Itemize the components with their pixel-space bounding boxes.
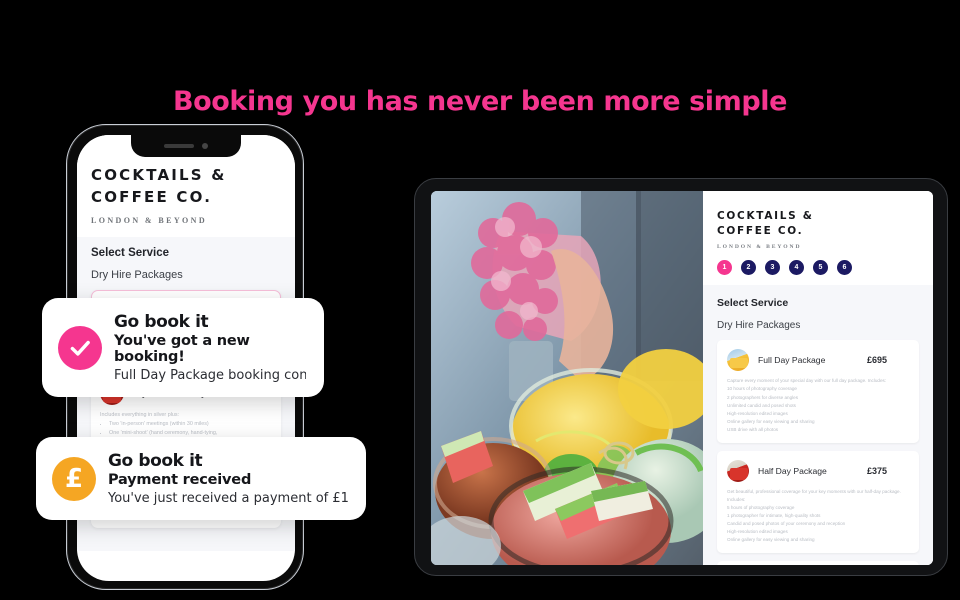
tablet-package-card-0[interactable]: Full Day Package £695 Capture every mome… <box>717 340 919 443</box>
notification-booking[interactable]: Go book it You've got a new booking! Ful… <box>42 298 324 397</box>
tablet-brand-header: COCKTAILS & COFFEE CO. LONDON & BEYOND 1… <box>703 191 933 286</box>
notification-booking-title: You've got a new booking! <box>114 333 250 365</box>
tablet-screen: COCKTAILS & COFFEE CO. LONDON & BEYOND 1… <box>431 191 933 565</box>
notification-payment-body: Go book it Payment received You've just … <box>108 451 348 506</box>
phone-panel-subtitle: Dry Hire Packages <box>91 268 183 281</box>
tablet-mockup: COCKTAILS & COFFEE CO. LONDON & BEYOND 1… <box>414 178 948 576</box>
tablet-booking-panel: COCKTAILS & COFFEE CO. LONDON & BEYOND 1… <box>703 191 933 565</box>
tablet-package-price-1: £375 <box>866 465 887 476</box>
tablet-package-head-0: Full Day Package £695 <box>727 349 909 372</box>
tablet-brand-name-line1: COCKTAILS & <box>717 210 814 222</box>
cocktail-photo-art <box>431 191 703 565</box>
tablet-package-label-1: Half Day Package <box>758 465 827 476</box>
check-circle-icon <box>58 325 102 370</box>
notification-payment-text: You've just received a payment of £130.. <box>108 491 348 506</box>
notification-booking-body: Go book it You've got a new booking! Ful… <box>114 312 306 383</box>
phone-notch <box>131 135 241 157</box>
notification-payment[interactable]: £ Go book it Payment received You've jus… <box>36 437 366 520</box>
tablet-package-card-2[interactable]: Free Consultation Choosing a photographe… <box>717 560 919 565</box>
tablet-package-head-1: Half Day Package £375 <box>727 459 909 482</box>
tablet-package-card-1[interactable]: Half Day Package £375 Get beautiful, pro… <box>717 450 919 553</box>
tablet-package-label-0: Full Day Package <box>758 355 826 366</box>
tablet-panel-title: Select Service <box>717 297 789 310</box>
notification-booking-text: Full Day Package booking confirmation... <box>114 368 306 383</box>
brand-tagline: LONDON & BEYOND <box>91 215 208 225</box>
step-3[interactable]: 3 <box>765 260 780 276</box>
step-1[interactable]: 1 <box>717 260 732 276</box>
tablet-package-desc-1: Get beautiful, professional coverage for… <box>727 488 901 542</box>
cocktail-photo <box>431 191 703 565</box>
step-5[interactable]: 5 <box>813 260 828 276</box>
phone-package-bullet-1-0: Two 'in-person' meetings (within 30 mile… <box>109 420 272 429</box>
bus-yellow-thumb-icon <box>727 349 749 372</box>
brand-name-line2: COFFEE CO. <box>91 187 213 206</box>
bus-red-thumb-icon <box>727 459 749 482</box>
pound-circle-icon: £ <box>52 456 96 501</box>
brand-name-line1: COCKTAILS & <box>91 166 227 184</box>
check-glyph <box>70 340 90 356</box>
step-6[interactable]: 6 <box>837 260 852 276</box>
promo-stage: Booking you has never been more simple C… <box>0 0 960 600</box>
notification-payment-kicker: Go book it <box>108 451 203 471</box>
step-4[interactable]: 4 <box>789 260 804 276</box>
speaker-icon <box>164 144 194 148</box>
tablet-brand-tagline: LONDON & BEYOND <box>717 244 802 251</box>
page-headline: Booking you has never been more simple <box>172 86 788 117</box>
phone-panel-title: Select Service <box>91 246 170 259</box>
tablet-panel-subtitle: Dry Hire Packages <box>717 320 801 332</box>
step-indicator: 1 2 3 4 5 6 <box>717 260 919 276</box>
camera-icon <box>202 143 208 149</box>
tablet-brand-name-line2: COFFEE CO. <box>717 225 804 238</box>
step-2[interactable]: 2 <box>741 260 756 276</box>
notification-booking-kicker: Go book it <box>114 312 209 332</box>
tablet-package-price-0: £695 <box>866 355 887 366</box>
phone-package-desc-intro-1: Includes everything in silver plus: <box>100 412 180 419</box>
pound-glyph: £ <box>64 463 84 494</box>
notification-payment-title: Payment received <box>108 472 252 488</box>
tablet-service-panel: Select Service Dry Hire Packages Full Da… <box>703 285 933 565</box>
tablet-package-desc-0: Capture every moment of your special day… <box>727 378 887 432</box>
